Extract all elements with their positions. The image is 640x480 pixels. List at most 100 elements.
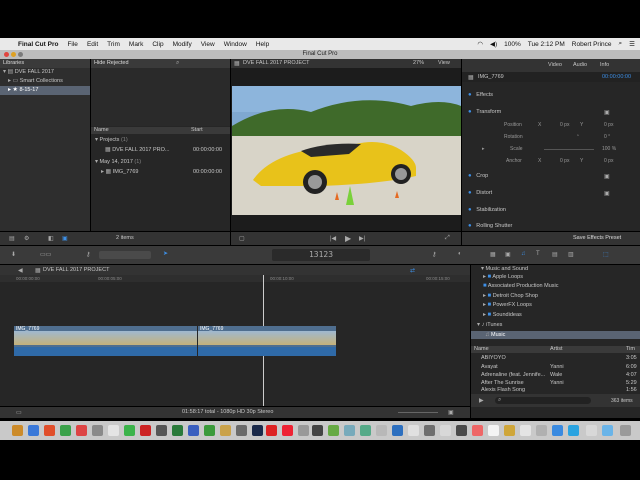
section-crop[interactable]: ● Crop ▣ <box>468 173 632 182</box>
browser-row[interactable]: ▸ ▦ IMG_7769 00:00:00:00 <box>101 168 230 177</box>
app-icon[interactable] <box>266 425 277 436</box>
inspector-toggle-icon[interactable]: ⬚ <box>603 251 609 258</box>
clip-appearance-icon[interactable]: ▣ <box>62 235 68 242</box>
rotation-dial[interactable]: ◔ <box>576 133 579 139</box>
app-icon[interactable] <box>472 425 483 436</box>
import-icon[interactable]: ⬇ <box>11 251 16 258</box>
user-name[interactable]: Robert Prince <box>572 41 612 48</box>
play-icon[interactable]: ▶ <box>345 234 351 243</box>
menu-window[interactable]: Window <box>224 41 247 48</box>
library-settings-icon[interactable]: ▤ <box>9 235 15 242</box>
tab-video[interactable]: Video <box>548 62 562 68</box>
disclosure-icon[interactable]: ▸ <box>483 301 486 309</box>
app-icon[interactable] <box>424 425 435 436</box>
app-menu[interactable]: Final Cut Pro <box>18 41 58 48</box>
app-icon[interactable] <box>586 425 597 436</box>
menu-modify[interactable]: Modify <box>173 41 192 48</box>
column-artist[interactable]: Artist <box>550 346 563 353</box>
back-icon[interactable]: ◀ <box>18 267 23 274</box>
app-icon[interactable] <box>520 425 531 436</box>
media-header[interactable]: ▾ Music and Sound <box>481 265 640 273</box>
app-icon[interactable] <box>124 425 135 436</box>
select-tool-icon[interactable]: ➤ <box>163 250 168 257</box>
index-icon[interactable]: ▭ <box>16 409 22 416</box>
blue-toggle-icon[interactable]: ● <box>468 190 472 196</box>
dashboard-timecode[interactable]: 13123 <box>272 249 370 261</box>
blue-toggle-icon[interactable]: ● <box>468 109 472 115</box>
titles-icon[interactable]: T <box>536 251 540 257</box>
section-stabilization[interactable]: ● Stabilization <box>468 207 632 216</box>
play-icon[interactable]: ▶ <box>479 397 484 404</box>
firefox-icon[interactable] <box>44 425 55 436</box>
music-icon[interactable]: ♫ <box>521 251 526 257</box>
spotlight-icon[interactable]: ⌕ <box>619 40 623 48</box>
close-button[interactable] <box>4 52 9 57</box>
disclosure-icon[interactable]: ▾ <box>3 68 6 77</box>
transitions-icon[interactable]: ◐ <box>458 251 462 257</box>
search-icon[interactable]: ⌕ <box>176 59 179 68</box>
smart-collections-item[interactable]: ▸ ▭ Smart Collections <box>0 77 90 86</box>
app-icon[interactable] <box>536 425 547 436</box>
launchpad-icon[interactable] <box>28 425 39 436</box>
enhance-icon[interactable]: ⚷ <box>86 251 90 258</box>
timeline-clip[interactable]: IMG_7769 <box>198 326 336 356</box>
media-search-field[interactable] <box>495 397 591 404</box>
save-effects-preset-button[interactable]: Save Effects Preset <box>573 235 621 241</box>
app-icon[interactable] <box>504 425 515 436</box>
twitter-icon[interactable] <box>568 425 579 436</box>
song-row[interactable]: Avayat Yanni 6:09 <box>471 363 640 371</box>
menu-mark[interactable]: Mark <box>129 41 143 48</box>
app-icon[interactable] <box>392 425 403 436</box>
volume-icon[interactable]: ◀) <box>490 40 497 48</box>
disclosure-icon[interactable]: ▾ <box>481 265 484 273</box>
section-transform[interactable]: ● Transform ▣ <box>468 109 632 118</box>
zoom-button[interactable] <box>18 52 23 57</box>
column-start[interactable]: Start <box>191 127 203 134</box>
blue-toggle-icon[interactable]: ● <box>468 207 472 213</box>
app-icon[interactable] <box>220 425 231 436</box>
browser-row[interactable]: ▾ Projects (1) <box>95 136 230 145</box>
song-row[interactable]: Alexis Flash Song 1:56 <box>471 387 640 394</box>
song-row[interactable]: Adrenaline (feat. Jennife... Wale 4:07 <box>471 371 640 379</box>
section-effects[interactable]: ● Effects <box>468 92 632 101</box>
browser-row[interactable]: ▦ DVE FALL 2017 PRO... 00:00:00:00 <box>105 146 230 155</box>
clip-appearance-icon[interactable]: ▣ <box>448 409 454 416</box>
media-folder[interactable]: ▸ ■ Soundideas <box>483 311 640 319</box>
edit-buttons[interactable] <box>99 251 151 259</box>
gear-icon[interactable]: ⚙ <box>24 235 29 242</box>
media-folder[interactable]: ▸ ■ Detroit Chop Shop <box>483 292 640 300</box>
app-icon[interactable] <box>108 425 119 436</box>
anchor-x-field[interactable]: 0 px <box>560 158 569 164</box>
section-rolling-shutter[interactable]: ● Rolling Shutter <box>468 223 632 231</box>
disclosure-icon[interactable]: ▾ <box>95 158 98 167</box>
skimming-icon[interactable]: ⇄ <box>410 267 415 274</box>
app-icon[interactable] <box>360 425 371 436</box>
color-icon[interactable]: ⚷ <box>432 251 436 258</box>
menu-clip[interactable]: Clip <box>152 41 163 48</box>
notification-icon[interactable]: ☰ <box>629 40 635 48</box>
app-icon[interactable] <box>282 425 293 436</box>
tab-audio[interactable]: Audio <box>573 62 587 68</box>
app-icon[interactable] <box>140 425 151 436</box>
column-name[interactable]: Name <box>474 346 489 353</box>
section-distort[interactable]: ● Distort ▣ <box>468 190 632 199</box>
menu-trim[interactable]: Trim <box>107 41 120 48</box>
final-cut-pro-icon[interactable] <box>312 425 323 436</box>
disclosure-icon[interactable]: ▸ <box>483 311 486 319</box>
app-icon[interactable] <box>204 425 215 436</box>
photoshop-icon[interactable] <box>252 425 263 436</box>
disclosure-icon[interactable]: ▾ <box>477 321 480 329</box>
event-item-selected[interactable]: ▸ ★ 8-15-17 <box>0 86 90 95</box>
app-icon[interactable] <box>456 425 467 436</box>
camera-icon[interactable]: ◧ <box>48 235 54 242</box>
song-row[interactable]: ABIYOYO 3:05 <box>471 354 640 362</box>
scale-slider[interactable] <box>544 149 594 150</box>
disclosure-icon[interactable]: ▾ <box>95 136 98 145</box>
viewer-options-icon[interactable]: ▢ <box>239 235 245 242</box>
tab-info[interactable]: Info <box>600 62 609 68</box>
timeline-ruler[interactable]: 00:00:00:00 00:00:05:00 00:00:10:00 00:0… <box>0 275 470 282</box>
scale-field[interactable]: 100 % <box>602 146 616 152</box>
blue-toggle-icon[interactable]: ● <box>468 173 472 179</box>
library-item[interactable]: ▾ ▤ DVE FALL 2017 <box>0 68 90 77</box>
app-icon[interactable] <box>440 425 451 436</box>
